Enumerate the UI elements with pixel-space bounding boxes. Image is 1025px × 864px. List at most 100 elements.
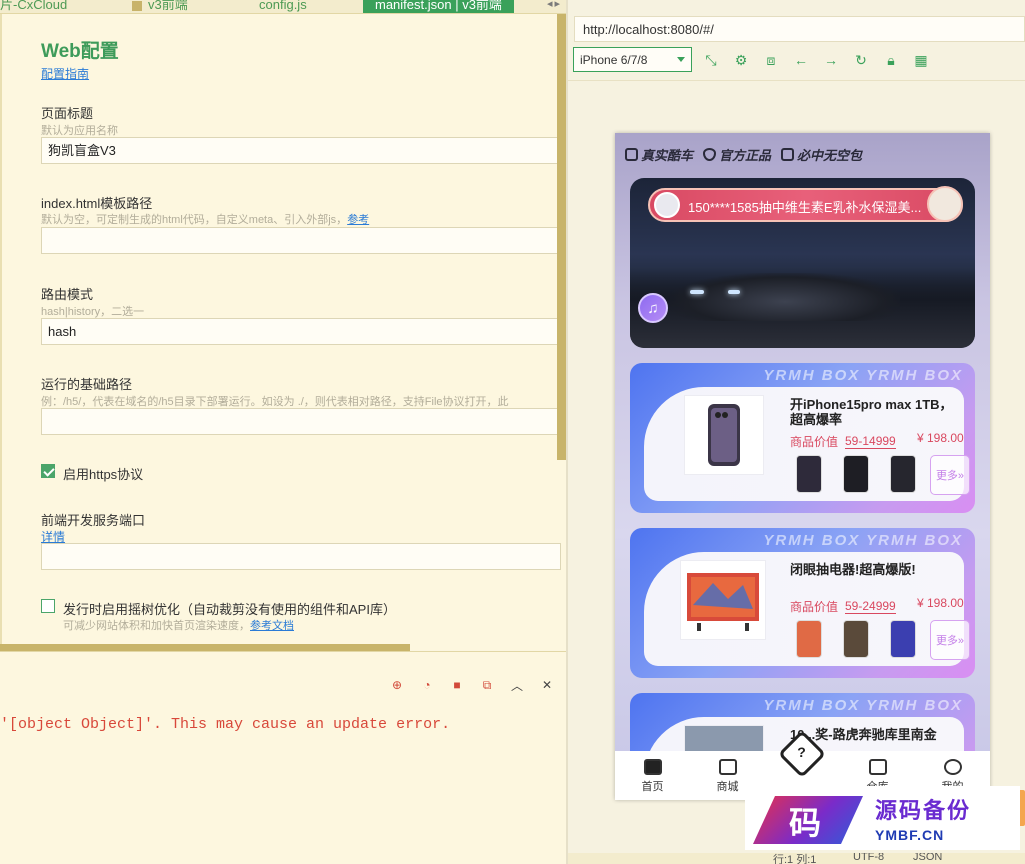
car-headlight [728,290,740,294]
logo-text: 源码备份 YMBF.CN [875,793,971,843]
card-watermark: YRMH BOX YRMH BOX [763,367,963,384]
treeshake-hint: 可减少网站体积和加快首页渲染速度，参考文档 [63,617,294,633]
nav-home[interactable]: 首页 [623,751,683,800]
card-title: 闭眼抽电器!超高爆版! [790,562,916,577]
base-path-input[interactable] [41,408,561,435]
https-checkbox[interactable] [41,464,55,478]
badge-real-car: 真实酷车 [625,145,693,164]
price-label: 商品价值 [790,435,839,449]
router-mode-hint: hash|history，二选一 [41,306,145,318]
editor-tab-bar: 片-CxCloud v3前端 config.js manifest.json |… [0,0,566,14]
panel-horizontal-scrollbar[interactable] [0,644,410,651]
check-box-icon [781,148,795,161]
product-image [680,560,766,640]
tab-v3-frontend[interactable]: v3前端 [132,0,188,13]
badge-genuine: 官方正品 [703,145,771,164]
tab-label: manifest.json | v3前端 [375,0,502,12]
cube-icon [625,148,638,161]
site-watermark-logo: 码 源码备份 YMBF.CN [745,786,1020,850]
winner-ticker: 150****1585抽中维生素E乳补水保湿美... [648,186,963,222]
dev-port-details-link[interactable]: 详情 [41,530,65,544]
dev-port-input[interactable] [41,543,561,570]
qr-code-icon[interactable]: ▦ [913,52,929,68]
template-path-input[interactable] [41,227,561,254]
card-content: 闭眼抽电器!超高爆版! 商品价值 59-24999 ¥ 198.00 更多» [644,552,970,666]
box-price: ¥ 198.00 [917,431,964,445]
page-title-hint: 默认为应用名称 [41,125,118,137]
bag-icon [718,759,737,775]
chevron-down-icon [677,57,685,62]
treeshake-label: 发行时启用摇树优化（自动裁剪没有使用的组件和API库） [63,602,396,617]
devtools-icon[interactable]: ⧈ [763,52,779,68]
collapse-up-icon[interactable]: ︿ [508,676,526,694]
https-label: 启用https协议 [63,467,144,482]
treeshake-checkbox[interactable] [41,599,55,613]
tab-manifest-json[interactable]: manifest.json | v3前端 [363,0,514,13]
refresh-icon[interactable]: ↻ [853,52,869,68]
trust-badges: 真实酷车 官方正品 必中无空包 [625,145,862,164]
badge-no-empty: 必中无空包 [781,145,862,164]
promo-banner[interactable]: 150****1585抽中维生素E乳补水保湿美... ♫ [630,178,975,348]
price-range: 59-14999 [845,434,896,449]
more-button[interactable]: 更多» [930,620,970,660]
url-bar[interactable]: http://localhost:8080/#/ [574,16,1025,42]
nav-label: 商城 [716,781,739,793]
phone-viewport: 真实酷车 官方正品 必中无空包 150****1585抽中维生素E乳补水保湿美.… [615,133,990,800]
back-arrow-icon[interactable]: ← [793,52,809,68]
card-content: 开iPhone15pro max 1TB，超高爆率 商品价值 59-14999 … [644,387,970,501]
base-path-label: 运行的基础路径 [41,377,133,392]
status-bar: 行:1 列:1 UTF-8 JSON [568,853,1025,864]
blind-box-card[interactable]: YRMH BOX YRMH BOX 闭眼抽电器!超高爆版! 商品价值 59-24… [630,528,975,678]
scroll-lock-icon[interactable]: ◔ [418,676,436,694]
treeshake-hint-text: 可减少网站体积和加快首页渲染速度， [63,620,250,632]
treeshake-docs-link[interactable]: 参考文档 [250,620,294,632]
logo-mark-icon: 码 [753,790,865,846]
logo-chinese: 源码备份 [875,798,972,823]
archive-icon [868,759,887,775]
tab-label: 片-CxCloud [0,0,68,12]
tab-cxcloud[interactable]: 片-CxCloud [0,0,68,13]
rotate-device-icon[interactable]: ⤡ [703,52,719,68]
prize-thumbnail [890,455,916,493]
prize-thumbnail [927,186,963,222]
forward-arrow-icon[interactable]: → [823,52,839,68]
template-path-reference-link[interactable]: 参考 [347,214,369,226]
box-price: ¥ 198.00 [917,596,964,610]
car-headlight [690,290,704,294]
manifest-web-config-panel: Web配置 配置指南 页面标题 默认为应用名称 狗凯盲盒V3 index.htm… [0,14,566,650]
price-range: 59-24999 [845,599,896,614]
panel-vertical-scrollbar[interactable] [557,14,566,460]
settings-gear-icon[interactable]: ⚙ [733,52,749,68]
badge-label: 真实酷车 [641,148,694,163]
nav-label: 首页 [641,781,664,793]
page-title-label: 页面标题 [41,106,94,121]
more-button[interactable]: 更多» [930,455,970,495]
page-title-input[interactable]: 狗凯盲盒V3 [41,137,561,164]
language-mode[interactable]: JSON [913,853,942,863]
tv-product-icon [687,573,759,631]
tab-label: config.js [259,0,307,12]
cursor-position: 行:1 列:1 [773,854,817,864]
blind-box-card[interactable]: YRMH BOX YRMH BOX 开iPhone15pro max 1TB，超… [630,363,975,513]
shield-icon [703,148,717,161]
logo-domain: YMBF.CN [875,827,945,843]
tab-config-js[interactable]: config.js [259,0,307,13]
device-select-value: iPhone 6/7/8 [580,53,648,67]
badge-label: 必中无空包 [797,148,863,163]
lock-icon[interactable]: 🔒︎ [883,52,899,68]
open-window-icon[interactable]: ⧉ [478,676,496,694]
device-select[interactable]: iPhone 6/7/8 [573,47,692,72]
base-path-hint: 例：/h5/，代表在域名的/h5目录下部署运行。如设为 ./，则代表相对路径，支… [41,396,509,408]
tab-scroll-arrows-icon[interactable]: ◂▸ [547,0,562,10]
close-console-icon[interactable]: ✕ [538,676,556,694]
config-guide-link[interactable]: 配置指南 [41,67,89,81]
file-encoding[interactable]: UTF-8 [853,853,884,863]
stop-icon[interactable]: ■ [448,676,466,694]
logo-char: 码 [789,804,822,842]
clear-console-icon[interactable]: ⊕ [388,676,406,694]
router-mode-input[interactable]: hash [41,318,561,345]
card-title: 10...奖-路虎奔驰库里南金 [790,727,937,742]
card-watermark: YRMH BOX YRMH BOX [763,697,963,714]
music-icon[interactable]: ♫ [638,293,668,323]
home-icon [643,759,662,775]
